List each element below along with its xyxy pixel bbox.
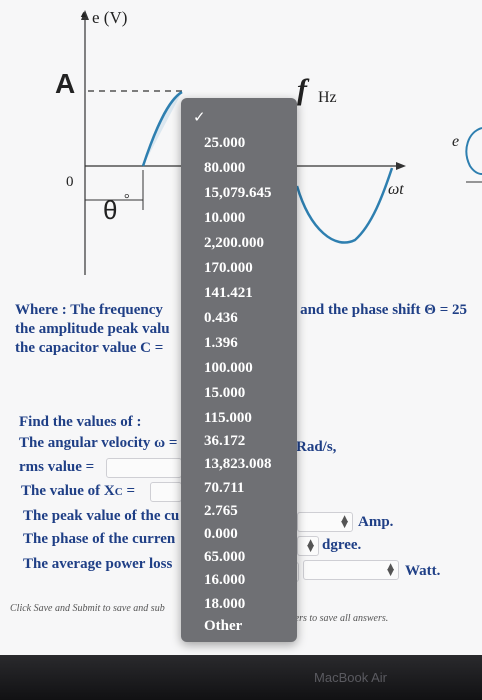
- checkmark-icon: ✓: [193, 108, 206, 126]
- screen: ▲ e (V) A 0 θ ° f Hz ωt e Where : The fr…: [0, 0, 482, 665]
- phase-current-select[interactable]: ▲ ▼: [297, 536, 319, 556]
- footer-note-right: wers to save all answers.: [288, 613, 389, 624]
- problem-line-3: the capacitor value C =: [15, 340, 164, 356]
- phase-current-label: The phase of the curren: [23, 531, 176, 547]
- dropdown-option[interactable]: 36.172: [204, 433, 245, 450]
- laptop-bezel: MacBook Air: [0, 655, 482, 700]
- avg-power-unit: Watt.: [405, 563, 441, 579]
- axis-y-label: e (V): [92, 8, 128, 27]
- phase-current-unit: dgree.: [322, 537, 362, 553]
- angular-velocity-unit: Rad/s,: [296, 439, 337, 455]
- dropdown-option[interactable]: 70.711: [204, 480, 244, 497]
- dropdown-option[interactable]: 15.000: [204, 385, 245, 402]
- dropdown-option[interactable]: 100.000: [204, 360, 253, 377]
- avg-power-select[interactable]: ▲ ▼: [303, 560, 399, 580]
- dropdown-option[interactable]: 1.396: [204, 335, 238, 352]
- dropdown-option[interactable]: 16.000: [204, 572, 245, 589]
- peak-current-select[interactable]: ▲ ▼: [297, 512, 353, 532]
- questions-heading: Find the values of :: [19, 414, 142, 430]
- origin-label: 0: [66, 174, 74, 190]
- e-label: e: [452, 133, 460, 150]
- amplitude-label: A: [55, 68, 76, 99]
- rms-value-input[interactable]: [106, 458, 182, 478]
- dropdown-option[interactable]: 0.436: [204, 310, 238, 327]
- dropdown-option[interactable]: 80.000: [204, 160, 245, 177]
- dropdown-option[interactable]: 10.000: [204, 210, 245, 227]
- dropdown-option[interactable]: 0.000: [204, 526, 238, 543]
- dropdown-option[interactable]: 115.000: [204, 410, 252, 427]
- stepper-icon: ▲ ▼: [387, 562, 394, 578]
- dropdown-option[interactable]: 2.765: [204, 503, 238, 520]
- dropdown-option[interactable]: 18.000: [204, 596, 245, 613]
- avg-power-label: The average power loss: [23, 556, 173, 572]
- axis-arrow-icon: ▲: [79, 9, 88, 19]
- dropdown-option[interactable]: 25.000: [204, 135, 245, 152]
- stepper-icon: ▲ ▼: [341, 514, 348, 530]
- degree-symbol: °: [124, 192, 130, 207]
- dropdown-menu[interactable]: ✓ 25.000 80.000 15,079.645 10.000 2,200.000 1…: [181, 98, 297, 642]
- bezel-label: MacBook Air: [314, 670, 387, 685]
- rms-value-label: rms value =: [19, 459, 95, 475]
- dropdown-option[interactable]: 65.000: [204, 549, 245, 566]
- footer-note-left: Click Save and Submit to save and sub: [10, 603, 165, 614]
- dropdown-option[interactable]: 13,823.008: [204, 456, 272, 473]
- problem-line-1-end: d and the phase shift Θ = 25: [288, 302, 468, 318]
- frequency-symbol: f: [297, 73, 307, 106]
- xc-value-input[interactable]: [150, 482, 182, 502]
- dropdown-option[interactable]: 2,200.000: [204, 235, 264, 252]
- dropdown-option[interactable]: 141.421: [204, 285, 253, 302]
- angular-velocity-label: The angular velocity ω =: [19, 435, 178, 451]
- problem-line-1: Where : The frequency: [15, 302, 163, 318]
- peak-current-label: The peak value of the cu: [23, 508, 180, 524]
- dropdown-option[interactable]: 15,079.645: [204, 185, 272, 202]
- frequency-unit: Hz: [318, 89, 337, 106]
- dropdown-option[interactable]: Other: [204, 618, 242, 635]
- dropdown-option[interactable]: 170.000: [204, 260, 253, 277]
- peak-current-unit: Amp.: [358, 514, 394, 530]
- omega-t-label: ωt: [388, 181, 404, 198]
- theta-label: θ: [103, 195, 118, 225]
- xc-label: The value of XC =: [21, 483, 136, 499]
- problem-line-2: the amplitude peak valu: [15, 321, 170, 337]
- stepper-icon: ▲ ▼: [307, 538, 314, 554]
